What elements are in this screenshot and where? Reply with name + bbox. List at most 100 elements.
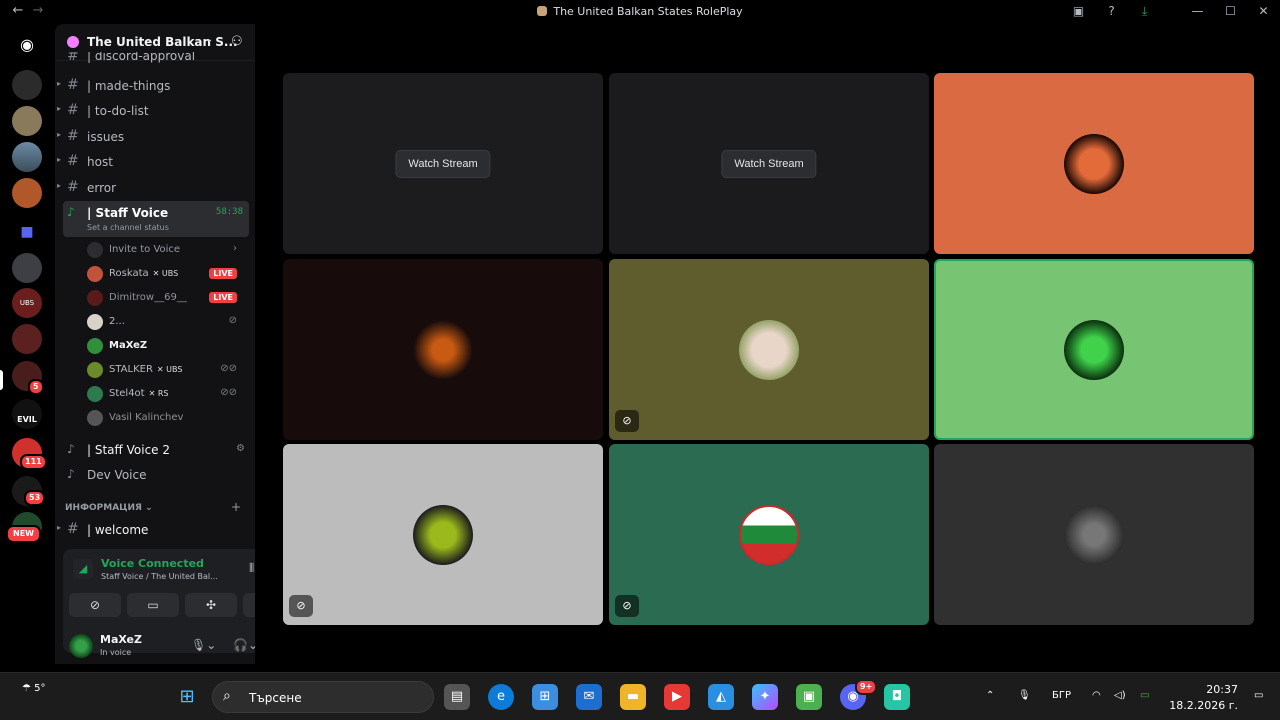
minecraft-icon[interactable]: ▣ [796,684,822,710]
wifi-icon[interactable]: ◠ [1092,690,1101,701]
voice-member[interactable]: Roskata ✕ UBS LIVE [85,263,245,285]
watch-stream-button[interactable]: Watch Stream [721,149,817,178]
channel-discord-approval[interactable]: ▸#| discord-approval [63,52,249,70]
close-icon[interactable]: ✕ [1247,3,1280,19]
server-icon[interactable] [12,178,42,208]
channel-status-link[interactable]: Set a channel status [87,223,169,232]
invite-to-voice[interactable]: Invite to Voice › [85,239,245,261]
voice-member[interactable]: 2... ⊘ [85,311,245,333]
signal-icon[interactable]: ◢ [73,559,93,579]
chevron-down-icon: ⌄ [205,34,214,45]
activities-icon[interactable]: ✣ [185,593,237,617]
stream-tile[interactable]: Watch Stream [609,73,929,254]
mention-badge: 5 [28,379,44,395]
avatar [413,504,473,565]
clock[interactable]: 20:37 18.2.2026 г. [1169,682,1238,714]
channel-host[interactable]: ▸ # host [57,150,249,174]
settings-icon[interactable]: ⚙ [236,443,245,454]
youtube-icon[interactable]: ▶ [664,684,690,710]
channel-name: | to-do-list [87,104,149,118]
channel-name: host [87,155,113,169]
screen-share-icon[interactable]: ▭ [127,593,179,617]
microphone-icon[interactable]: 🎙 [1018,690,1031,701]
server-icon[interactable] [12,106,42,136]
participant-tile[interactable]: ⊘ [609,259,929,440]
channel-name: | welcome [87,523,149,537]
voice-member[interactable]: Dimitrow__69__ LIVE [85,287,245,309]
help-icon[interactable]: ? [1095,3,1128,19]
copilot-icon[interactable]: ✦ [752,684,778,710]
voice-channel-staff-voice-2[interactable]: ♪ | Staff Voice 2 ⚙ [63,438,249,462]
clock-time: 20:37 [1206,683,1238,696]
invite-people-icon[interactable]: ⚇ [231,34,243,49]
folder-icon[interactable]: ■ [12,217,42,247]
participant-tile[interactable]: ⊘ [609,444,929,625]
language-indicator[interactable]: БГР [1052,690,1071,701]
member-tag: ✕ UBS [156,365,183,374]
participant-tile[interactable] [934,73,1254,254]
file-explorer-icon[interactable]: ▬ [620,684,646,710]
member-name: Stel4ot [109,388,145,399]
minimize-icon[interactable]: — [1181,3,1214,19]
task-view-icon[interactable]: ▤ [444,684,470,710]
channel-error[interactable]: ▸ # error [57,176,249,200]
channel-to-do-list[interactable]: ▸ # | to-do-list [57,99,249,123]
hash-icon: # [67,128,79,144]
voice-member[interactable]: Stel4ot ✕ RS ⊘⊘ [85,383,245,405]
server-icon[interactable] [12,70,42,100]
watch-stream-button[interactable]: Watch Stream [395,149,491,178]
category-name: ИНФОРМАЦИЯ [65,503,142,513]
server-ubs-label: UBS [19,299,35,307]
participant-tile[interactable] [934,444,1254,625]
voice-channel-link[interactable]: Staff Voice / The United Bal... [101,572,218,581]
taskbar-search[interactable]: ⌕ Търсене [212,681,434,713]
chevron-up-icon[interactable]: ⌃ [986,690,994,701]
server-icon[interactable]: EVIL [12,399,42,429]
weather-widget[interactable]: ☂ 5° [22,683,46,694]
camera-off-icon[interactable]: ⊘ [69,593,121,617]
store-icon[interactable]: ⊞ [532,684,558,710]
notification-icon[interactable]: ▭ [1254,690,1263,701]
battery-icon[interactable]: ▭ [1140,690,1149,701]
member-name: 2... [109,316,125,327]
mention-badge: 53 [24,490,46,506]
app-icon[interactable]: ◘ [884,684,910,710]
user-panel[interactable]: MaXeZ In voice 🎙⌄ 🎧⌄ ⚙ [63,628,255,664]
outlook-icon[interactable]: ✉ [576,684,602,710]
volume-icon[interactable]: ◁) [1114,690,1126,701]
headphones-icon[interactable]: 🎧⌄ [233,638,255,652]
add-channel-icon[interactable]: + [231,500,241,514]
category-header[interactable]: ИНФОРМАЦИЯ ⌄ [65,503,153,513]
soundboard-icon[interactable]: ✺ [243,593,255,617]
participant-tile[interactable]: ⊘ [283,444,603,625]
stream-tile[interactable]: Watch Stream [283,73,603,254]
server-icon[interactable]: UBS [12,288,42,318]
channel-issues[interactable]: ▸ # issues [57,125,249,149]
participant-tile[interactable] [283,259,603,440]
server-icon[interactable] [12,253,42,283]
photos-icon[interactable]: ◭ [708,684,734,710]
weather-temp: 5° [34,683,46,694]
inbox-icon[interactable]: ▣ [1062,3,1095,19]
voice-channel-staff-voice[interactable]: ♪ | Staff Voice 58:38 Set a channel stat… [63,201,249,237]
collapse-arrow-icon: ▸ [57,79,62,88]
noise-suppression-icon[interactable]: ⦀ [249,561,254,576]
download-icon[interactable]: ⤓ [1128,3,1161,19]
channel-welcome[interactable]: ▸ # | welcome [57,518,249,542]
avatar [87,266,103,282]
channel-made-things[interactable]: ▸ # | made-things [57,74,249,98]
microphone-icon[interactable]: 🎙⌄ [191,638,216,652]
edge-icon[interactable]: e [488,684,514,710]
windows-start-icon[interactable]: ⊞ [174,684,200,710]
voice-member[interactable]: Vasil Kalinchev [85,407,245,429]
server-icon[interactable] [12,142,42,172]
voice-member[interactable]: MaXeZ [85,335,245,357]
avatar [69,634,93,658]
server-icon[interactable] [12,324,42,354]
mic-muted-icon: ⊘ [615,410,639,432]
participant-tile-speaking[interactable] [934,259,1254,440]
maximize-icon[interactable]: ☐ [1214,3,1247,19]
voice-channel-dev-voice[interactable]: ♪ Dev Voice [63,463,249,487]
discord-home-icon[interactable]: ◉ [12,30,42,60]
voice-member[interactable]: STALKER ✕ UBS ⊘⊘ [85,359,245,381]
